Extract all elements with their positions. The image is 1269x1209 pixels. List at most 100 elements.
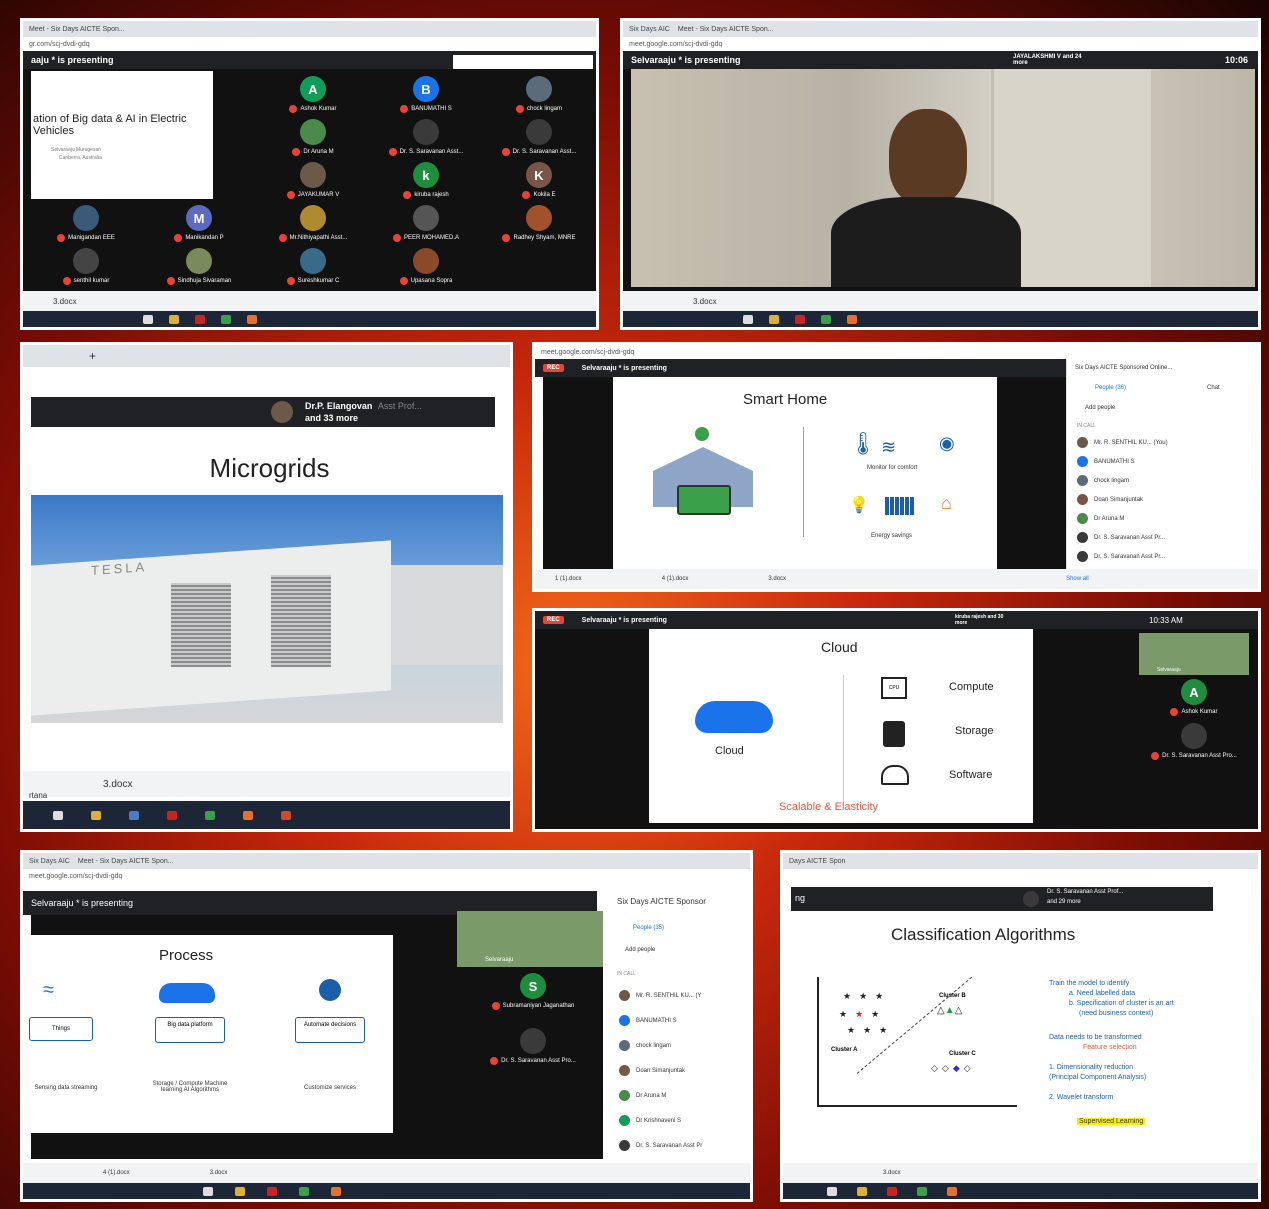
folder-icon[interactable] <box>857 1186 867 1196</box>
list-item[interactable]: Dr Aruna M <box>1077 509 1168 528</box>
firefox-icon[interactable] <box>247 314 257 324</box>
participant-tile[interactable]: Radhey Shyam, MNRE <box>484 205 594 247</box>
add-people-button[interactable]: Add people <box>1085 405 1115 411</box>
address-bar[interactable]: gr.com/scj-dvdi-gdq <box>23 37 596 51</box>
download-item[interactable]: 3.docx <box>103 779 132 790</box>
firefox-icon[interactable] <box>243 810 253 820</box>
download-item[interactable]: 1 (1).docx <box>555 576 582 582</box>
chrome-icon[interactable] <box>299 1186 309 1196</box>
pdf-icon[interactable] <box>195 314 205 324</box>
participant-tile[interactable]: A Ashok Kumar <box>258 76 368 118</box>
avatar: S <box>520 973 546 999</box>
pdf-icon[interactable] <box>267 1186 277 1196</box>
new-tab-icon[interactable]: + <box>89 349 96 363</box>
tab-aictes[interactable]: Days AICTE Spon <box>789 858 845 865</box>
participant-tile[interactable]: Mr.Nithiyapathi Asst... <box>258 205 368 247</box>
list-item[interactable]: Doan Simanjuntak <box>1077 490 1168 509</box>
list-item[interactable]: Dr Krishnaveni S <box>619 1108 702 1133</box>
list-item[interactable]: Mr. R. SENTHIL KU... (You) <box>1077 433 1168 452</box>
address-bar[interactable]: meet.google.com/scj-dvdi-gdq <box>535 345 1258 359</box>
folder-icon[interactable] <box>235 1186 245 1196</box>
triangle-markers: △▲△ <box>937 1005 963 1016</box>
participant-tile[interactable]: B BANUMATHI S <box>371 76 481 118</box>
partial-label: ng <box>795 893 806 903</box>
list-item[interactable]: Doan Simanjuntak <box>619 1058 702 1083</box>
participant-tile[interactable]: Dr. S. Saravanan Asst Pro... <box>1139 723 1249 765</box>
folder-icon[interactable] <box>769 314 779 324</box>
list-item[interactable]: BANUMATHI S <box>619 1008 702 1033</box>
compute-label: Compute <box>949 681 994 693</box>
add-people-button[interactable]: Add people <box>625 947 655 953</box>
show-all-link[interactable]: Show all <box>1066 576 1089 582</box>
list-item[interactable]: BANUMATHI S <box>1077 452 1168 471</box>
pdf-icon[interactable] <box>887 1186 897 1196</box>
tab-people[interactable]: People (35) <box>633 925 664 931</box>
participant-tile[interactable]: senthil kumar <box>31 248 141 290</box>
search-icon[interactable] <box>827 1186 837 1196</box>
self-video-tile[interactable]: Selvaraaju <box>1139 633 1249 675</box>
participant-tile[interactable]: Dr Aruna M <box>258 119 368 161</box>
participant-tile[interactable]: M Manikandan P <box>144 205 254 247</box>
mic-off-icon <box>1170 708 1179 716</box>
download-item[interactable]: 3.docx <box>768 576 786 582</box>
list-item[interactable]: Dr. S. Saravanan Asst Pr... <box>1077 528 1168 547</box>
tab-aictes[interactable]: Six Days AIC <box>29 858 70 865</box>
participant-tile[interactable]: Manigandan EEE <box>31 205 141 247</box>
meet-toolbar[interactable] <box>453 55 593 69</box>
participant-tile[interactable]: JAYAKUMAR V <box>258 162 368 204</box>
participant-tile[interactable]: Dr. S. Saravanan Asst... <box>371 119 481 161</box>
task-view-icon[interactable] <box>53 810 63 820</box>
folder-icon[interactable] <box>169 314 179 324</box>
participant-tile[interactable]: Dr. S. Saravanan Asst Pro... <box>463 1028 603 1070</box>
tab-meet[interactable]: Meet - Six Days AICTE Spon... <box>29 26 125 33</box>
download-item[interactable]: 4 (1).docx <box>662 576 689 582</box>
search-icon[interactable] <box>143 314 153 324</box>
pdf-icon[interactable] <box>167 810 177 820</box>
tab-meet[interactable]: Meet - Six Days AICTE Spon... <box>78 858 174 865</box>
download-item[interactable]: 3.docx <box>693 297 717 306</box>
download-item[interactable]: 3.docx <box>883 1170 901 1176</box>
store-icon[interactable] <box>129 810 139 820</box>
search-icon[interactable] <box>203 1186 213 1196</box>
avatar <box>619 1015 630 1026</box>
list-item[interactable]: chock lingam <box>1077 471 1168 490</box>
participant-tile[interactable]: S Subramaniyan Jaganathan <box>463 973 603 1015</box>
list-item[interactable]: Dr. S. Saravanan Asst Pr... <box>1077 547 1168 566</box>
participant-name: Sureshkumar C <box>297 278 340 284</box>
chrome-icon[interactable] <box>205 810 215 820</box>
download-item[interactable]: 4 (1).docx <box>103 1170 130 1176</box>
participant-tile[interactable]: k kiruba rajesh <box>371 162 481 204</box>
tab-aictes[interactable]: Six Days AIC <box>629 26 670 33</box>
firefox-icon[interactable] <box>947 1186 957 1196</box>
chrome-icon[interactable] <box>221 314 231 324</box>
tab-people[interactable]: People (36) <box>1095 385 1126 391</box>
participant-tile[interactable]: Upasana Sopra <box>371 248 481 290</box>
folder-icon[interactable] <box>91 810 101 820</box>
list-item[interactable]: Mr. R. SENTHIL KU... (Y <box>619 983 702 1008</box>
participant-tile[interactable]: Sindhuja Sivaraman <box>144 248 254 290</box>
presenting-text: Selvaraaju * is presenting <box>31 898 134 908</box>
pdf-icon[interactable] <box>795 314 805 324</box>
firefox-icon[interactable] <box>331 1186 341 1196</box>
participant-tile[interactable]: A Ashok Kumar <box>1139 679 1249 721</box>
participant-tile[interactable]: K Kokila E <box>484 162 594 204</box>
chrome-icon[interactable] <box>917 1186 927 1196</box>
address-bar[interactable]: meet.google.com/scj-dvdi-gdq <box>623 37 1258 51</box>
chrome-icon[interactable] <box>821 314 831 324</box>
list-item[interactable]: Dr. S. Saravanan Asst Pr <box>619 1133 702 1158</box>
tab-meet[interactable]: Meet - Six Days AICTE Spon... <box>678 26 774 33</box>
participant-tile[interactable]: chock lingam <box>484 76 594 118</box>
search-icon[interactable] <box>743 314 753 324</box>
firefox-icon[interactable] <box>847 314 857 324</box>
address-bar[interactable]: meet.google.com/scj-dvdi-gdq <box>23 869 750 883</box>
participant-tile[interactable]: Sureshkumar C <box>258 248 368 290</box>
participant-tile[interactable]: PEER MOHAMED.A <box>371 205 481 247</box>
tab-chat[interactable]: Chat <box>1207 385 1220 391</box>
download-item[interactable]: 3.docx <box>53 297 77 306</box>
participant-tile[interactable]: Dr. S. Saravanan Asst... <box>484 119 594 161</box>
self-video-tile[interactable]: Selvaraaju <box>457 911 603 967</box>
list-item[interactable]: chock lingam <box>619 1033 702 1058</box>
powerpoint-icon[interactable] <box>281 810 291 820</box>
list-item[interactable]: Dr Aruna M <box>619 1083 702 1108</box>
download-item[interactable]: 3.docx <box>210 1170 228 1176</box>
